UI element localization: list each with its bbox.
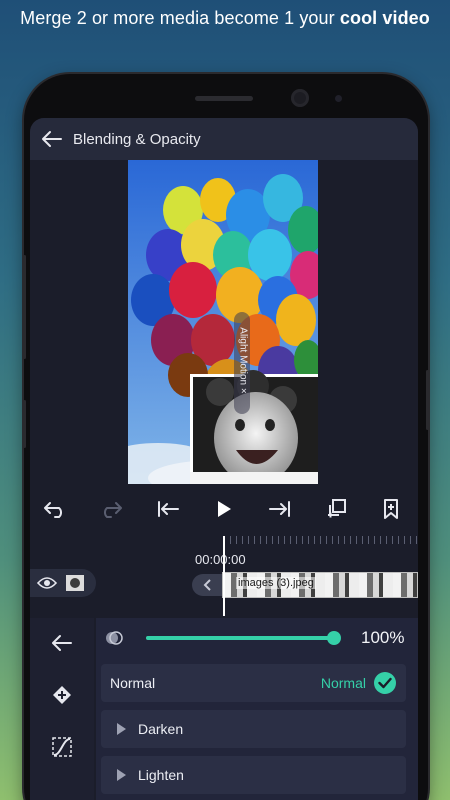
undo-button[interactable] xyxy=(40,494,70,524)
arrow-left-icon xyxy=(42,131,62,147)
phone-sensor xyxy=(335,95,342,102)
blend-group-label: Lighten xyxy=(138,767,184,783)
chevron-left-icon xyxy=(203,579,211,591)
skip-to-end-button[interactable] xyxy=(265,494,295,524)
preview-image xyxy=(128,160,318,484)
blend-panel: 100% Normal Normal Darken Lighten xyxy=(96,618,418,800)
overlay-photo xyxy=(190,370,318,484)
blend-group-darken[interactable]: Darken xyxy=(101,710,406,748)
phone-side-button xyxy=(23,400,26,448)
play-icon xyxy=(218,501,231,517)
redo-button[interactable] xyxy=(96,494,126,524)
expand-triangle-icon xyxy=(117,723,126,735)
opacity-slider-thumb[interactable] xyxy=(327,631,341,645)
keyframe-add-icon xyxy=(53,686,71,704)
redo-icon xyxy=(104,502,122,518)
phone-speaker xyxy=(195,96,253,101)
page-title: Blending & Opacity xyxy=(73,130,201,148)
watermark-badge: Alight Motion × xyxy=(234,312,250,414)
curve-icon xyxy=(52,737,72,757)
easing-curve-button[interactable] xyxy=(47,732,77,762)
playhead[interactable] xyxy=(223,536,225,616)
blend-group-label: Darken xyxy=(138,721,184,737)
keyframe-add-button[interactable] xyxy=(47,680,77,710)
phone-power-button xyxy=(426,370,429,430)
bookmark-add-icon xyxy=(384,499,398,519)
play-button[interactable] xyxy=(209,494,239,524)
duplicate-button[interactable] xyxy=(321,494,351,524)
headline-emphasis: cool video xyxy=(339,8,430,28)
phone-volume-button xyxy=(23,255,26,359)
blend-mode-normal[interactable]: Normal Normal xyxy=(101,664,406,702)
bookmark-add-button[interactable] xyxy=(376,494,406,524)
promo-headline: Merge 2 or more media become 1 your cool… xyxy=(0,8,450,29)
expand-triangle-icon xyxy=(117,769,126,781)
opacity-icon xyxy=(106,631,123,645)
timeline-ruler[interactable] xyxy=(224,536,418,544)
track-header xyxy=(30,569,96,597)
watermark-text: Alight Motion × xyxy=(237,327,249,394)
video-preview[interactable]: Alight Motion × xyxy=(128,160,318,484)
skip-to-start-icon xyxy=(158,501,179,517)
blend-mode-label: Normal xyxy=(110,675,156,691)
undo-icon xyxy=(44,502,62,518)
layer-thumbnail-icon xyxy=(66,575,84,591)
back-button[interactable] xyxy=(32,118,72,160)
transport-bar xyxy=(30,494,418,524)
blend-group-lighten[interactable]: Lighten xyxy=(101,756,406,794)
skip-to-start-button[interactable] xyxy=(153,494,183,524)
tool-panel xyxy=(30,618,94,800)
eye-icon[interactable] xyxy=(37,576,57,590)
app-bar: Blending & Opacity xyxy=(30,118,418,160)
duplicate-icon xyxy=(328,499,346,518)
opacity-slider-fill xyxy=(146,636,334,640)
skip-to-end-icon xyxy=(269,501,290,517)
timecode: 00:00:00 xyxy=(195,552,246,567)
arrow-left-icon xyxy=(52,635,72,651)
app-screen: Blending & Opacity Alight Motion × 00:00… xyxy=(30,118,418,800)
opacity-value: 100% xyxy=(361,628,405,647)
blend-mode-selected: Normal xyxy=(320,675,366,691)
opacity-row: 100% xyxy=(96,618,418,658)
headline-prefix: Merge 2 or more media become 1 your xyxy=(20,8,340,28)
tool-back-button[interactable] xyxy=(47,628,77,658)
clip-label: images (3).jpeg xyxy=(236,577,316,589)
phone-camera xyxy=(291,89,309,107)
check-icon xyxy=(374,672,396,694)
clip-prev-button[interactable] xyxy=(192,574,222,596)
opacity-slider[interactable] xyxy=(146,636,334,640)
